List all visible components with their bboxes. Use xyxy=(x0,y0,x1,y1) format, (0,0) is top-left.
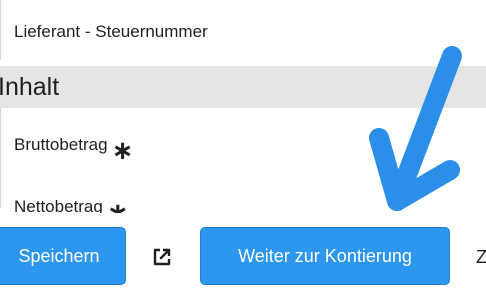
section-header-inhalt: Inhalt xyxy=(0,66,486,108)
supplier-tax-number-text: Lieferant - Steuernummer xyxy=(14,22,208,41)
continue-to-account-assignment-button[interactable]: Weiter zur Kontierung xyxy=(200,227,450,285)
gross-amount-label: Bruttobetrag ∗ xyxy=(14,132,133,163)
external-link-icon[interactable] xyxy=(152,247,172,267)
supplier-tax-number-label: Lieferant - Steuernummer xyxy=(14,22,208,42)
form-left-border-lower xyxy=(0,108,1,208)
continue-button-label: Weiter zur Kontierung xyxy=(238,245,412,266)
net-amount-label: Nettobetrag ∗ xyxy=(14,196,214,213)
section-title: Inhalt xyxy=(0,72,60,101)
action-footer: Speichern Weiter zur Kontierung Z xyxy=(0,213,486,289)
net-amount-label-container: Nettobetrag ∗ xyxy=(14,196,214,213)
required-asterisk-icon: ∗ xyxy=(111,135,134,165)
save-button-label: Speichern xyxy=(18,245,100,266)
form-left-border xyxy=(0,0,1,60)
required-asterisk-icon: ∗ xyxy=(106,197,129,213)
gross-amount-text: Bruttobetrag xyxy=(14,135,108,154)
truncated-button-label[interactable]: Z xyxy=(476,247,486,268)
save-button[interactable]: Speichern xyxy=(0,227,126,285)
net-amount-text: Nettobetrag xyxy=(14,197,103,213)
